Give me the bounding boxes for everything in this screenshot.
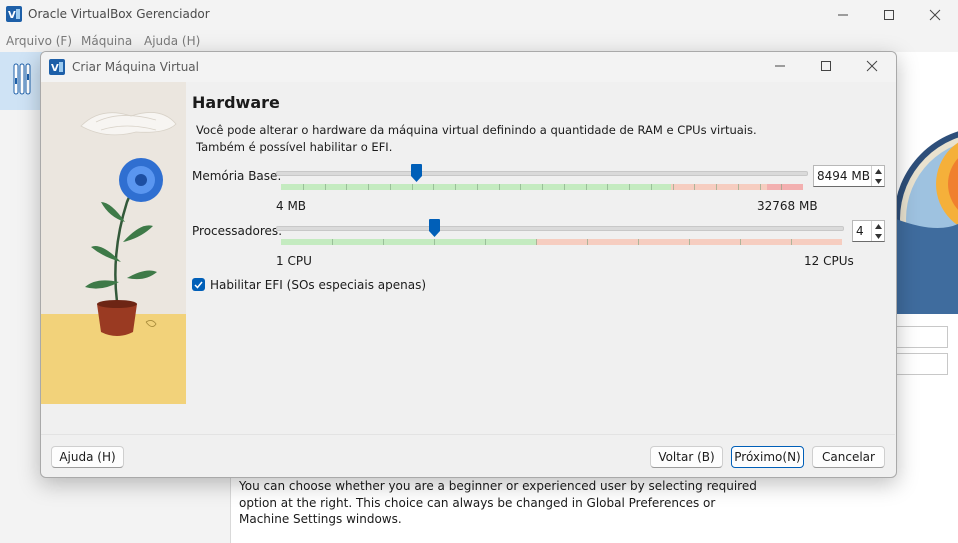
processors-slider-thumb[interactable] bbox=[428, 219, 440, 237]
maximize-icon bbox=[884, 10, 894, 20]
slider-tick bbox=[542, 184, 543, 190]
slider-tick bbox=[672, 184, 674, 190]
checkmark-icon bbox=[194, 281, 203, 289]
slider-tick bbox=[563, 184, 565, 190]
slider-tick bbox=[455, 184, 456, 190]
memory-ticks bbox=[281, 184, 803, 190]
main-field-1[interactable] bbox=[896, 326, 948, 348]
page-description: Você pode alterar o hardware da máquina … bbox=[196, 123, 757, 154]
maximize-icon bbox=[821, 61, 831, 71]
svg-text:V: V bbox=[8, 10, 16, 21]
processors-decrement-button[interactable] bbox=[872, 231, 884, 241]
help-button[interactable]: Ajuda (H) bbox=[51, 446, 124, 468]
tools-button[interactable] bbox=[0, 52, 42, 110]
slider-tick bbox=[759, 184, 761, 190]
main-maximize-button[interactable] bbox=[866, 0, 912, 30]
slider-tick bbox=[332, 239, 333, 245]
chevron-up-icon bbox=[874, 223, 882, 229]
slider-tick bbox=[791, 239, 792, 245]
chevron-up-icon bbox=[874, 168, 882, 174]
minimize-icon bbox=[838, 14, 848, 16]
slider-tick bbox=[740, 239, 741, 245]
processors-spin-buttons bbox=[871, 221, 884, 241]
slider-tick bbox=[433, 184, 435, 190]
virtualbox-dialog-icon: V bbox=[49, 59, 65, 75]
memory-slider-thumb[interactable] bbox=[410, 164, 422, 182]
slider-tick bbox=[389, 184, 391, 190]
slider-tick bbox=[629, 184, 630, 190]
slider-tick bbox=[587, 239, 588, 245]
slider-tick bbox=[346, 184, 348, 190]
slider-tick bbox=[650, 184, 652, 190]
processors-value[interactable]: 4 bbox=[856, 224, 864, 238]
slider-tick bbox=[689, 239, 690, 245]
welcome-artwork bbox=[896, 131, 958, 314]
memory-min-label: 4 MB bbox=[276, 199, 307, 213]
slider-tick bbox=[498, 184, 500, 190]
chevron-down-icon bbox=[874, 178, 882, 184]
slider-tick bbox=[324, 184, 326, 190]
slider-tick bbox=[368, 184, 369, 190]
main-window-title: Oracle VirtualBox Gerenciador bbox=[28, 7, 210, 21]
tools-icon bbox=[13, 63, 31, 95]
menu-maquina[interactable]: Máquina bbox=[81, 34, 132, 48]
slider-tick bbox=[520, 184, 522, 190]
slider-tick bbox=[434, 239, 435, 245]
memory-increment-button[interactable] bbox=[872, 166, 884, 176]
memory-zones bbox=[281, 184, 803, 190]
dialog-maximize-button[interactable] bbox=[803, 52, 849, 80]
slider-tick bbox=[585, 184, 587, 190]
processors-zones bbox=[281, 239, 842, 245]
back-button[interactable]: Voltar (B) bbox=[650, 446, 723, 468]
dialog-close-button[interactable] bbox=[849, 52, 895, 80]
efi-label[interactable]: Habilitar EFI (SOs especiais apenas) bbox=[210, 278, 426, 292]
plant-illustration bbox=[41, 82, 186, 404]
processors-spinbox[interactable]: 4 bbox=[852, 220, 885, 242]
slider-tick bbox=[716, 184, 717, 190]
close-icon bbox=[929, 9, 941, 21]
slider-tick bbox=[485, 239, 486, 245]
dialog-title: Criar Máquina Virtual bbox=[72, 60, 199, 74]
memory-decrement-button[interactable] bbox=[872, 176, 884, 186]
memory-slider-track[interactable] bbox=[276, 171, 808, 176]
page-title: Hardware bbox=[192, 93, 280, 112]
slider-tick bbox=[607, 184, 609, 190]
slider-tick bbox=[638, 239, 639, 245]
create-vm-dialog: V Criar Máquina Virtual bbox=[40, 51, 897, 478]
chevron-down-icon bbox=[874, 233, 882, 239]
memory-max-label: 32768 MB bbox=[757, 199, 818, 213]
memory-spinbox[interactable]: 8494 MB bbox=[813, 165, 885, 187]
next-button[interactable]: Próximo(N) bbox=[731, 446, 804, 468]
close-icon bbox=[866, 60, 878, 72]
main-close-button[interactable] bbox=[912, 0, 958, 30]
menu-arquivo[interactable]: Arquivo (F) bbox=[6, 34, 72, 48]
slider-tick bbox=[536, 239, 537, 245]
memory-spin-buttons bbox=[871, 166, 884, 186]
minimize-icon bbox=[775, 65, 785, 67]
main-description-text: You can choose whether you are a beginne… bbox=[239, 479, 757, 526]
slider-tick bbox=[302, 184, 304, 190]
slider-tick bbox=[737, 184, 739, 190]
main-minimize-button[interactable] bbox=[820, 0, 866, 30]
slider-tick bbox=[383, 239, 384, 245]
processors-label: Processadores: bbox=[192, 224, 283, 238]
virtualbox-app-icon: V bbox=[6, 6, 22, 22]
slider-tick bbox=[694, 184, 696, 190]
slider-tick bbox=[781, 184, 783, 190]
cancel-button[interactable]: Cancelar bbox=[812, 446, 885, 468]
processors-ticks bbox=[281, 239, 842, 245]
slider-tick bbox=[411, 184, 413, 190]
slider-tick bbox=[476, 184, 478, 190]
processors-min-label: 1 CPU bbox=[276, 254, 312, 268]
processors-slider-track[interactable] bbox=[276, 226, 844, 231]
processors-max-label: 12 CPUs bbox=[804, 254, 854, 268]
svg-text:V: V bbox=[51, 63, 59, 74]
processors-increment-button[interactable] bbox=[872, 221, 884, 231]
dialog-minimize-button[interactable] bbox=[757, 52, 803, 80]
memory-value[interactable]: 8494 MB bbox=[817, 169, 870, 183]
main-field-2[interactable] bbox=[896, 353, 948, 375]
memory-label: Memória Base: bbox=[192, 169, 282, 183]
efi-checkbox[interactable] bbox=[192, 278, 205, 291]
menu-ajuda[interactable]: Ajuda (H) bbox=[144, 34, 200, 48]
